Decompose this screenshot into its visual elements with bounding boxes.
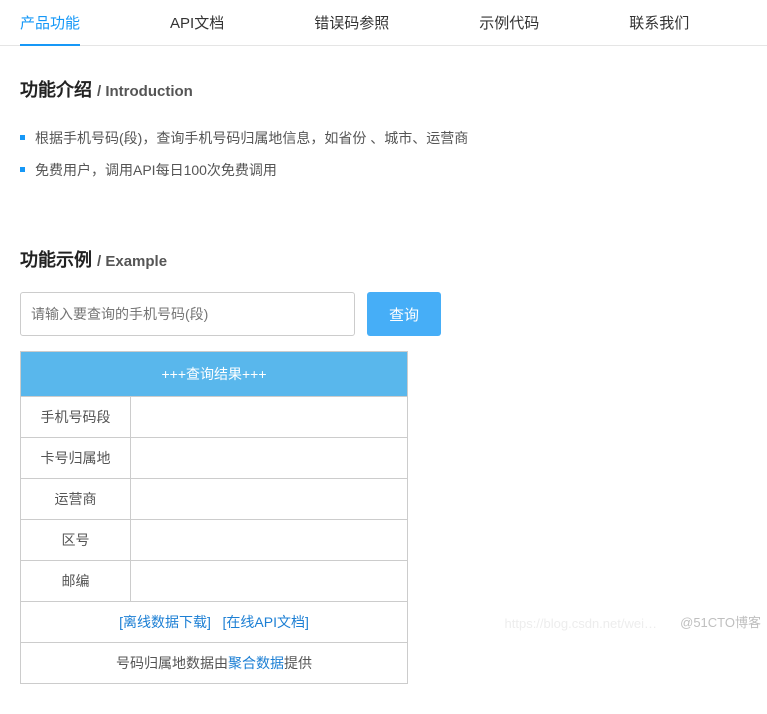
tab-api-docs[interactable]: API文档: [170, 0, 224, 45]
table-row: 区号: [21, 520, 408, 561]
tab-product-features[interactable]: 产品功能: [20, 0, 80, 45]
row-value: [131, 438, 408, 479]
example-heading-main: 功能示例: [20, 250, 97, 270]
search-row: 查询: [20, 292, 747, 336]
tab-contact-us[interactable]: 联系我们: [629, 0, 689, 45]
row-label-phone-segment: 手机号码段: [21, 397, 131, 438]
intro-heading: 功能介绍 / Introduction: [20, 76, 747, 102]
table-header-row: +++查询结果+++: [21, 352, 408, 397]
row-label-location: 卡号归属地: [21, 438, 131, 479]
search-button[interactable]: 查询: [367, 292, 441, 336]
table-footer-links-row: [离线数据下载] [在线API文档]: [21, 602, 408, 643]
juhe-data-link[interactable]: 聚合数据: [228, 655, 284, 671]
intro-heading-main: 功能介绍: [20, 80, 97, 100]
row-label-area-code: 区号: [21, 520, 131, 561]
intro-list: 根据手机号码(段)，查询手机号码归属地信息，如省份 、城市、运营商 免费用户，调…: [20, 122, 747, 186]
footer-links-cell: [离线数据下载] [在线API文档]: [21, 602, 408, 643]
list-item: 免费用户，调用API每日100次免费调用: [35, 154, 747, 186]
example-heading: 功能示例 / Example: [20, 246, 747, 272]
phone-segment-input[interactable]: [20, 292, 355, 336]
table-row: 手机号码段: [21, 397, 408, 438]
watermark-left: https://blog.csdn.net/wei…: [505, 616, 657, 631]
footer-credit-cell: 号码归属地数据由聚合数据提供: [21, 643, 408, 684]
result-header: +++查询结果+++: [21, 352, 408, 397]
row-value: [131, 397, 408, 438]
footer-text-pre: 号码归属地数据由: [116, 655, 228, 671]
row-label-zip: 邮编: [21, 561, 131, 602]
row-value: [131, 479, 408, 520]
table-row: 运营商: [21, 479, 408, 520]
footer-text-post: 提供: [284, 655, 312, 671]
table-row: 邮编: [21, 561, 408, 602]
row-value: [131, 520, 408, 561]
offline-data-download-link[interactable]: [离线数据下载]: [119, 614, 211, 630]
table-footer-credit-row: 号码归属地数据由聚合数据提供: [21, 643, 408, 684]
list-item: 根据手机号码(段)，查询手机号码归属地信息，如省份 、城市、运营商: [35, 122, 747, 154]
example-heading-sub: / Example: [97, 253, 167, 270]
online-api-docs-link[interactable]: [在线API文档]: [223, 614, 309, 630]
result-table: +++查询结果+++ 手机号码段 卡号归属地 运营商 区号 邮编: [20, 351, 408, 684]
tab-sample-code[interactable]: 示例代码: [479, 0, 539, 45]
watermark-right: @51CTO博客: [680, 612, 761, 631]
intro-heading-sub: / Introduction: [97, 83, 193, 100]
row-label-operator: 运营商: [21, 479, 131, 520]
nav-tabs: 产品功能 API文档 错误码参照 示例代码 联系我们: [0, 0, 767, 46]
table-row: 卡号归属地: [21, 438, 408, 479]
main-content: 功能介绍 / Introduction 根据手机号码(段)，查询手机号码归属地信…: [0, 46, 767, 714]
tab-error-codes[interactable]: 错误码参照: [314, 0, 389, 45]
row-value: [131, 561, 408, 602]
